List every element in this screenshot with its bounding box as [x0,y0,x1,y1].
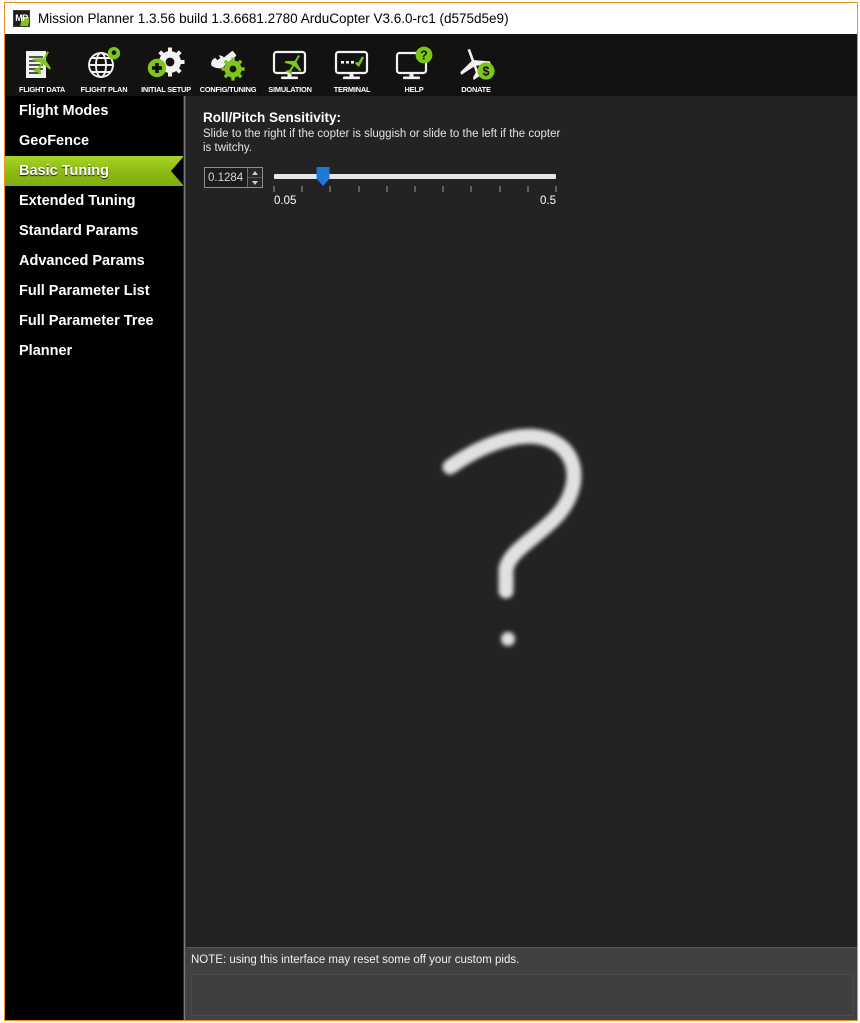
sidebar-item-label: Planner [19,343,73,359]
sidebar-item-geofence[interactable]: GeoFence [5,126,183,156]
initial-setup-icon [143,44,189,84]
sidebar-item-flight-modes[interactable]: Flight Modes [5,96,183,126]
sidebar-item-label: Extended Tuning [19,193,136,209]
toolbar-label: TERMINAL [333,85,371,94]
sidebar-item-basic-tuning[interactable]: Basic Tuning [5,156,184,186]
toolbar-item-flight-plan[interactable]: FLIGHT PLAN [73,36,135,96]
sidebar-item-label: Flight Modes [19,103,109,119]
sensitivity-spinner [247,168,262,187]
note-panel: NOTE: using this interface may reset som… [186,947,857,1020]
toolbar-item-initial-setup[interactable]: INITIAL SETUP [135,36,197,96]
sidebar-item-extended-tuning[interactable]: Extended Tuning [5,186,183,216]
toolbar-label: CONFIG/TUNING [199,85,257,94]
toolbar-label: DONATE [461,85,491,94]
slider-tick [414,186,416,192]
toolbar-item-help[interactable]: ? HELP [383,36,445,96]
basic-tuning-panel: Roll/Pitch Sensitivity: Slide to the rig… [186,96,857,1020]
question-mark-watermark [186,396,857,676]
sidebar-item-standard-params[interactable]: Standard Params [5,216,183,246]
toolbar-label: SIMULATION [268,85,312,94]
sensitivity-value-text: 0.1284 [208,171,244,184]
slider-track[interactable] [274,174,556,179]
toolbar-item-flight-data[interactable]: FLIGHT DATA [11,36,73,96]
sensitivity-value-field[interactable]: 0.1284 [204,167,263,188]
mission-planner-icon: MP [13,10,30,27]
sidebar-item-label: Full Parameter List [19,283,150,299]
slider-tick [555,186,557,192]
flight-plan-icon [81,44,127,84]
terminal-icon [329,44,375,84]
slider-tick [301,186,303,192]
window-title: Mission Planner 1.3.56 build 1.3.6681.27… [38,11,509,26]
sidebar-item-advanced-params[interactable]: Advanced Params [5,246,183,276]
sidebar-item-full-parameter-list[interactable]: Full Parameter List [5,276,183,306]
slider-tick [386,186,388,192]
sidebar-item-label: Full Parameter Tree [19,313,154,329]
toolbar-label: FLIGHT PLAN [80,85,128,94]
note-inner-box [191,974,853,1016]
toolbar-item-simulation[interactable]: SIMULATION [259,36,321,96]
slider-tick [273,186,275,192]
help-icon: ? [391,44,437,84]
main-toolbar: FLIGHT DATA FLIGHT PLAN INITIAL SETUP CO… [5,34,857,96]
toolbar-label: INITIAL SETUP [141,85,191,94]
sidebar-item-label: GeoFence [19,133,90,149]
title-bar: MP Mission Planner 1.3.56 build 1.3.6681… [5,3,857,34]
toolbar-label: HELP [404,85,424,94]
slider-min-label: 0.05 [274,195,297,207]
slider-tick [358,186,360,192]
toolbar-item-donate[interactable]: $ DONATE [445,36,507,96]
slider-max-label: 0.5 [540,195,556,207]
sidebar-item-label: Standard Params [19,223,139,239]
sidebar-item-label: Advanced Params [19,253,145,269]
section-title: Roll/Pitch Sensitivity: [203,110,342,125]
donate-icon: $ [453,44,499,84]
slider-thumb[interactable] [316,167,330,186]
slider-ticks [273,186,557,193]
toolbar-item-config-tuning[interactable]: CONFIG/TUNING [197,36,259,96]
spinner-up-button[interactable] [248,168,262,177]
toolbar-label: FLIGHT DATA [19,85,65,94]
slider-tick [442,186,444,192]
slider-tick [499,186,501,192]
toolbar-item-terminal[interactable]: TERMINAL [321,36,383,96]
svg-text:?: ? [420,49,428,63]
slider-tick [470,186,472,192]
sidebar-item-planner[interactable]: Planner [5,336,183,366]
simulation-icon [267,44,313,84]
sidebar-item-label: Basic Tuning [19,163,109,179]
section-description: Slide to the right if the copter is slug… [203,128,561,154]
slider-tick [527,186,529,192]
slider-tick [329,186,331,192]
flight-data-icon [19,44,65,84]
spinner-down-button[interactable] [248,178,262,187]
config-tuning-icon [205,44,251,84]
sidebar-item-full-parameter-tree[interactable]: Full Parameter Tree [5,306,183,336]
sensitivity-slider[interactable]: 0.05 0.5 [273,164,557,212]
svg-text:$: $ [483,65,490,79]
config-sidebar: Flight Modes GeoFence Basic Tuning Exten… [5,96,184,1020]
note-text: NOTE: using this interface may reset som… [191,954,520,966]
application-window: MP Mission Planner 1.3.56 build 1.3.6681… [4,2,858,1021]
